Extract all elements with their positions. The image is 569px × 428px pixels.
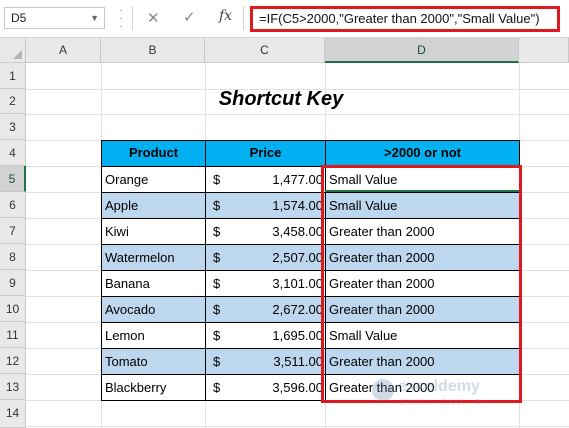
currency-symbol: $ <box>213 276 221 291</box>
currency-symbol: $ <box>213 250 221 265</box>
watermark-logo-icon <box>372 379 394 401</box>
formula-input[interactable]: =IF(C5>2000,"Greater than 2000","Small V… <box>250 6 560 32</box>
column-header-d[interactable]: D <box>325 38 519 63</box>
name-box-value: D5 <box>11 11 27 25</box>
column-header-e[interactable] <box>519 38 569 63</box>
watermark: exceldemy EXCEL · DATA · BI <box>372 376 512 416</box>
currency-symbol: $ <box>213 380 221 395</box>
price-value: 1,695.00 <box>272 328 323 343</box>
price-value: 3,101.00 <box>272 276 323 291</box>
formula-bar: D5 ▼ · · · ✕ ✓ fx =IF(C5>2000,"Greater tha… <box>0 0 569 38</box>
insert-function-icon[interactable]: fx <box>219 8 232 24</box>
price-cell[interactable]: $3,596.00 <box>205 375 326 401</box>
row-header[interactable]: 4 <box>0 140 26 166</box>
price-value: 1,477.00 <box>272 172 323 187</box>
more-options-icon[interactable]: · · · <box>116 3 126 32</box>
price-cell[interactable]: $3,101.00 <box>205 271 326 297</box>
header-product[interactable]: Product <box>101 140 206 167</box>
row-header-selected[interactable]: 5 <box>0 166 26 192</box>
column-header-b[interactable]: B <box>101 38 205 63</box>
price-cell[interactable]: $3,511.00 <box>205 349 326 375</box>
price-cell[interactable]: $3,458.00 <box>205 219 326 245</box>
currency-symbol: $ <box>213 354 221 369</box>
row-header[interactable]: 12 <box>0 348 26 374</box>
row-header[interactable]: 2 <box>0 89 26 114</box>
product-cell[interactable]: Kiwi <box>101 219 206 245</box>
product-cell[interactable]: Blackberry <box>101 375 206 401</box>
row-header[interactable]: 7 <box>0 218 26 244</box>
price-value: 1,574.00 <box>272 198 323 213</box>
row-header[interactable]: 9 <box>0 270 26 296</box>
sheet-title: Shortcut Key <box>218 88 344 110</box>
price-value: 2,672.00 <box>272 302 323 317</box>
select-all-corner[interactable] <box>0 38 26 63</box>
row-header[interactable]: 11 <box>0 322 26 348</box>
header-result[interactable]: >2000 or not <box>325 140 520 167</box>
select-all-icon[interactable] <box>13 50 22 59</box>
cancel-icon[interactable]: ✕ <box>147 9 160 27</box>
column-header-c[interactable]: C <box>205 38 325 63</box>
currency-symbol: $ <box>213 224 221 239</box>
price-cell[interactable]: $1,477.00 <box>205 167 326 193</box>
price-value: 3,511.00 <box>273 354 323 369</box>
watermark-tagline: EXCEL · DATA · BI <box>400 398 485 407</box>
currency-symbol: $ <box>213 328 221 343</box>
chevron-down-icon[interactable]: ▼ <box>90 8 99 28</box>
column-header-a[interactable]: A <box>26 38 101 63</box>
row-header[interactable]: 6 <box>0 192 26 218</box>
gridline <box>26 426 569 427</box>
product-cell[interactable]: Banana <box>101 271 206 297</box>
divider <box>132 6 133 30</box>
name-box[interactable]: D5 ▼ <box>4 7 105 29</box>
enter-checkmark-icon[interactable]: ✓ <box>183 8 196 26</box>
product-cell[interactable]: Apple <box>101 193 206 219</box>
currency-symbol: $ <box>213 198 221 213</box>
currency-symbol: $ <box>213 302 221 317</box>
header-price[interactable]: Price <box>205 140 326 167</box>
watermark-name: exceldemy <box>398 378 480 395</box>
divider <box>243 6 244 30</box>
row-header[interactable]: 14 <box>0 400 26 428</box>
row-header[interactable]: 1 <box>0 63 26 89</box>
price-cell[interactable]: $1,695.00 <box>205 323 326 349</box>
row-header[interactable]: 3 <box>0 114 26 140</box>
price-value: 3,458.00 <box>272 224 323 239</box>
highlight-box <box>321 165 522 403</box>
product-cell[interactable]: Watermelon <box>101 245 206 271</box>
product-cell[interactable]: Tomato <box>101 349 206 375</box>
price-cell[interactable]: $2,672.00 <box>205 297 326 323</box>
gridline <box>26 114 569 115</box>
product-cell[interactable]: Lemon <box>101 323 206 349</box>
currency-symbol: $ <box>213 172 221 187</box>
price-value: 3,596.00 <box>272 380 323 395</box>
row-header[interactable]: 13 <box>0 374 26 400</box>
product-cell[interactable]: Orange <box>101 167 206 193</box>
row-header[interactable]: 10 <box>0 296 26 322</box>
price-value: 2,507.00 <box>272 250 323 265</box>
product-cell[interactable]: Avocado <box>101 297 206 323</box>
price-cell[interactable]: $2,507.00 <box>205 245 326 271</box>
row-header[interactable]: 8 <box>0 244 26 270</box>
price-cell[interactable]: $1,574.00 <box>205 193 326 219</box>
